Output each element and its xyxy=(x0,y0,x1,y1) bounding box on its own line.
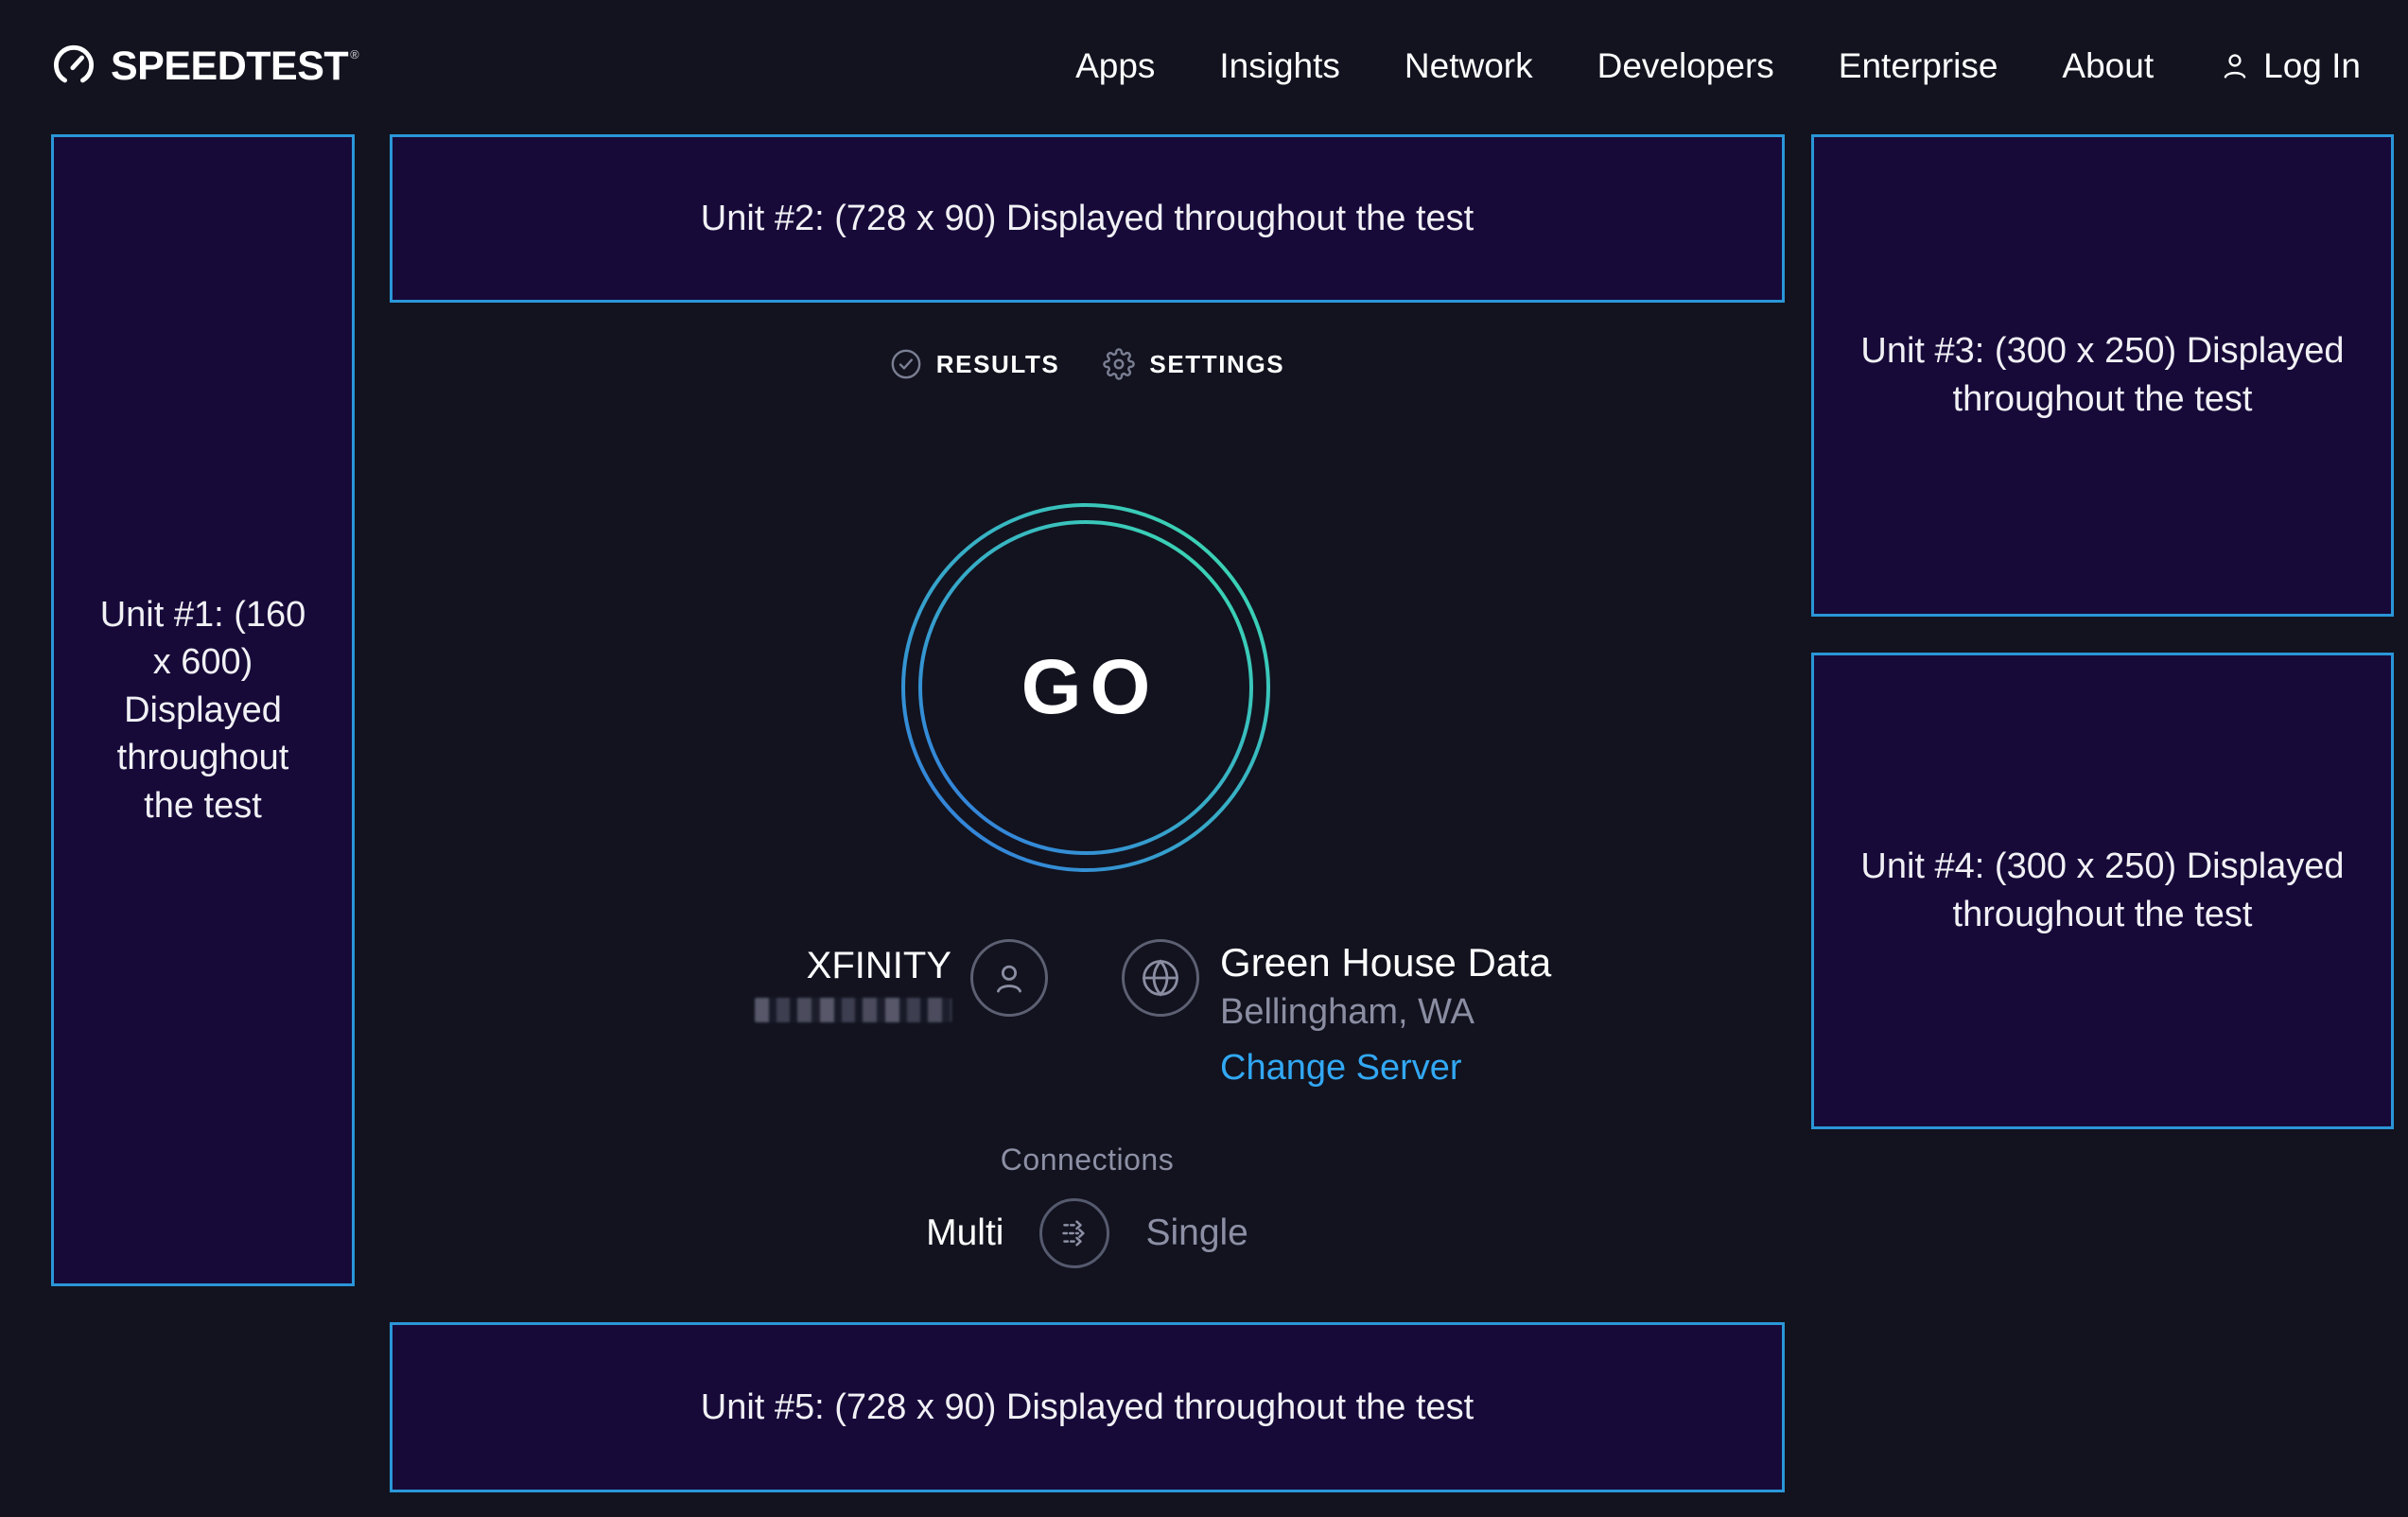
ad-unit-4-text: Unit #4: (300 x 250) Displayed throughou… xyxy=(1852,843,2353,938)
nav-item-enterprise[interactable]: Enterprise xyxy=(1839,46,1998,86)
speedometer-gauge-icon xyxy=(52,44,96,88)
go-button-label: GO xyxy=(1013,643,1160,732)
isp-user-icon xyxy=(970,939,1048,1017)
login-button[interactable]: Log In xyxy=(2218,46,2361,86)
tab-settings[interactable]: SETTINGS xyxy=(1103,348,1284,380)
nav-item-about[interactable]: About xyxy=(2062,46,2154,86)
ad-unit-1[interactable]: Unit #1: (160 x 600) Displayed throughou… xyxy=(51,134,355,1286)
tab-settings-label: SETTINGS xyxy=(1149,350,1284,379)
connections-section: Connections Multi Single xyxy=(390,1142,1785,1268)
ad-unit-2[interactable]: Unit #2: (728 x 90) Displayed throughout… xyxy=(390,134,1785,303)
top-nav-bar: SPEEDTEST® Apps Insights Network Develop… xyxy=(0,0,2408,132)
server-group: Green House Data Bellingham, WA Change S… xyxy=(1122,939,1551,1089)
connection-info: XFINITY Green House Data Bellingham, WA … xyxy=(390,922,1785,1125)
ad-unit-1-text: Unit #1: (160 x 600) Displayed throughou… xyxy=(96,591,310,830)
check-circle-icon xyxy=(890,348,922,380)
ad-unit-5-text: Unit #5: (728 x 90) Displayed throughout… xyxy=(701,1384,1474,1432)
ad-unit-4[interactable]: Unit #4: (300 x 250) Displayed throughou… xyxy=(1811,653,2394,1129)
nav-item-insights[interactable]: Insights xyxy=(1219,46,1340,86)
ad-unit-3-text: Unit #3: (300 x 250) Displayed throughou… xyxy=(1852,327,2353,423)
gear-icon xyxy=(1103,348,1135,380)
globe-icon xyxy=(1122,939,1199,1017)
connections-option-multi[interactable]: Multi xyxy=(926,1212,1003,1254)
ad-unit-3[interactable]: Unit #3: (300 x 250) Displayed throughou… xyxy=(1811,134,2394,617)
nav-item-developers[interactable]: Developers xyxy=(1597,46,1774,86)
connections-toggle[interactable] xyxy=(1039,1198,1109,1268)
nav-item-network[interactable]: Network xyxy=(1405,46,1533,86)
multi-connection-arrows-icon xyxy=(1053,1212,1096,1255)
ad-unit-5[interactable]: Unit #5: (728 x 90) Displayed throughout… xyxy=(390,1322,1785,1492)
speedtest-logo[interactable]: SPEEDTEST® xyxy=(52,44,358,90)
ip-address-redacted xyxy=(755,998,951,1022)
isp-name: XFINITY xyxy=(755,943,951,988)
server-location: Bellingham, WA xyxy=(1220,992,1551,1033)
trademark-symbol: ® xyxy=(350,47,358,61)
tab-results-label: RESULTS xyxy=(936,350,1060,379)
connections-toggle-row: Multi Single xyxy=(390,1198,1785,1268)
nav-item-apps[interactable]: Apps xyxy=(1075,46,1155,86)
results-settings-tabs: RESULTS SETTINGS xyxy=(390,348,1785,380)
ad-unit-2-text: Unit #2: (728 x 90) Displayed throughout… xyxy=(701,195,1474,243)
main-nav: Apps Insights Network Developers Enterpr… xyxy=(1075,46,2361,86)
user-icon xyxy=(2218,49,2252,83)
connections-label: Connections xyxy=(390,1142,1785,1177)
tab-results[interactable]: RESULTS xyxy=(890,348,1060,380)
brand-name: SPEEDTEST® xyxy=(111,44,358,90)
connections-option-single[interactable]: Single xyxy=(1145,1212,1248,1254)
change-server-link[interactable]: Change Server xyxy=(1220,1048,1462,1089)
login-label: Log In xyxy=(2263,46,2361,86)
server-name: Green House Data xyxy=(1220,939,1551,986)
isp-group: XFINITY xyxy=(755,939,1048,1022)
go-button[interactable]: GO xyxy=(899,501,1272,874)
